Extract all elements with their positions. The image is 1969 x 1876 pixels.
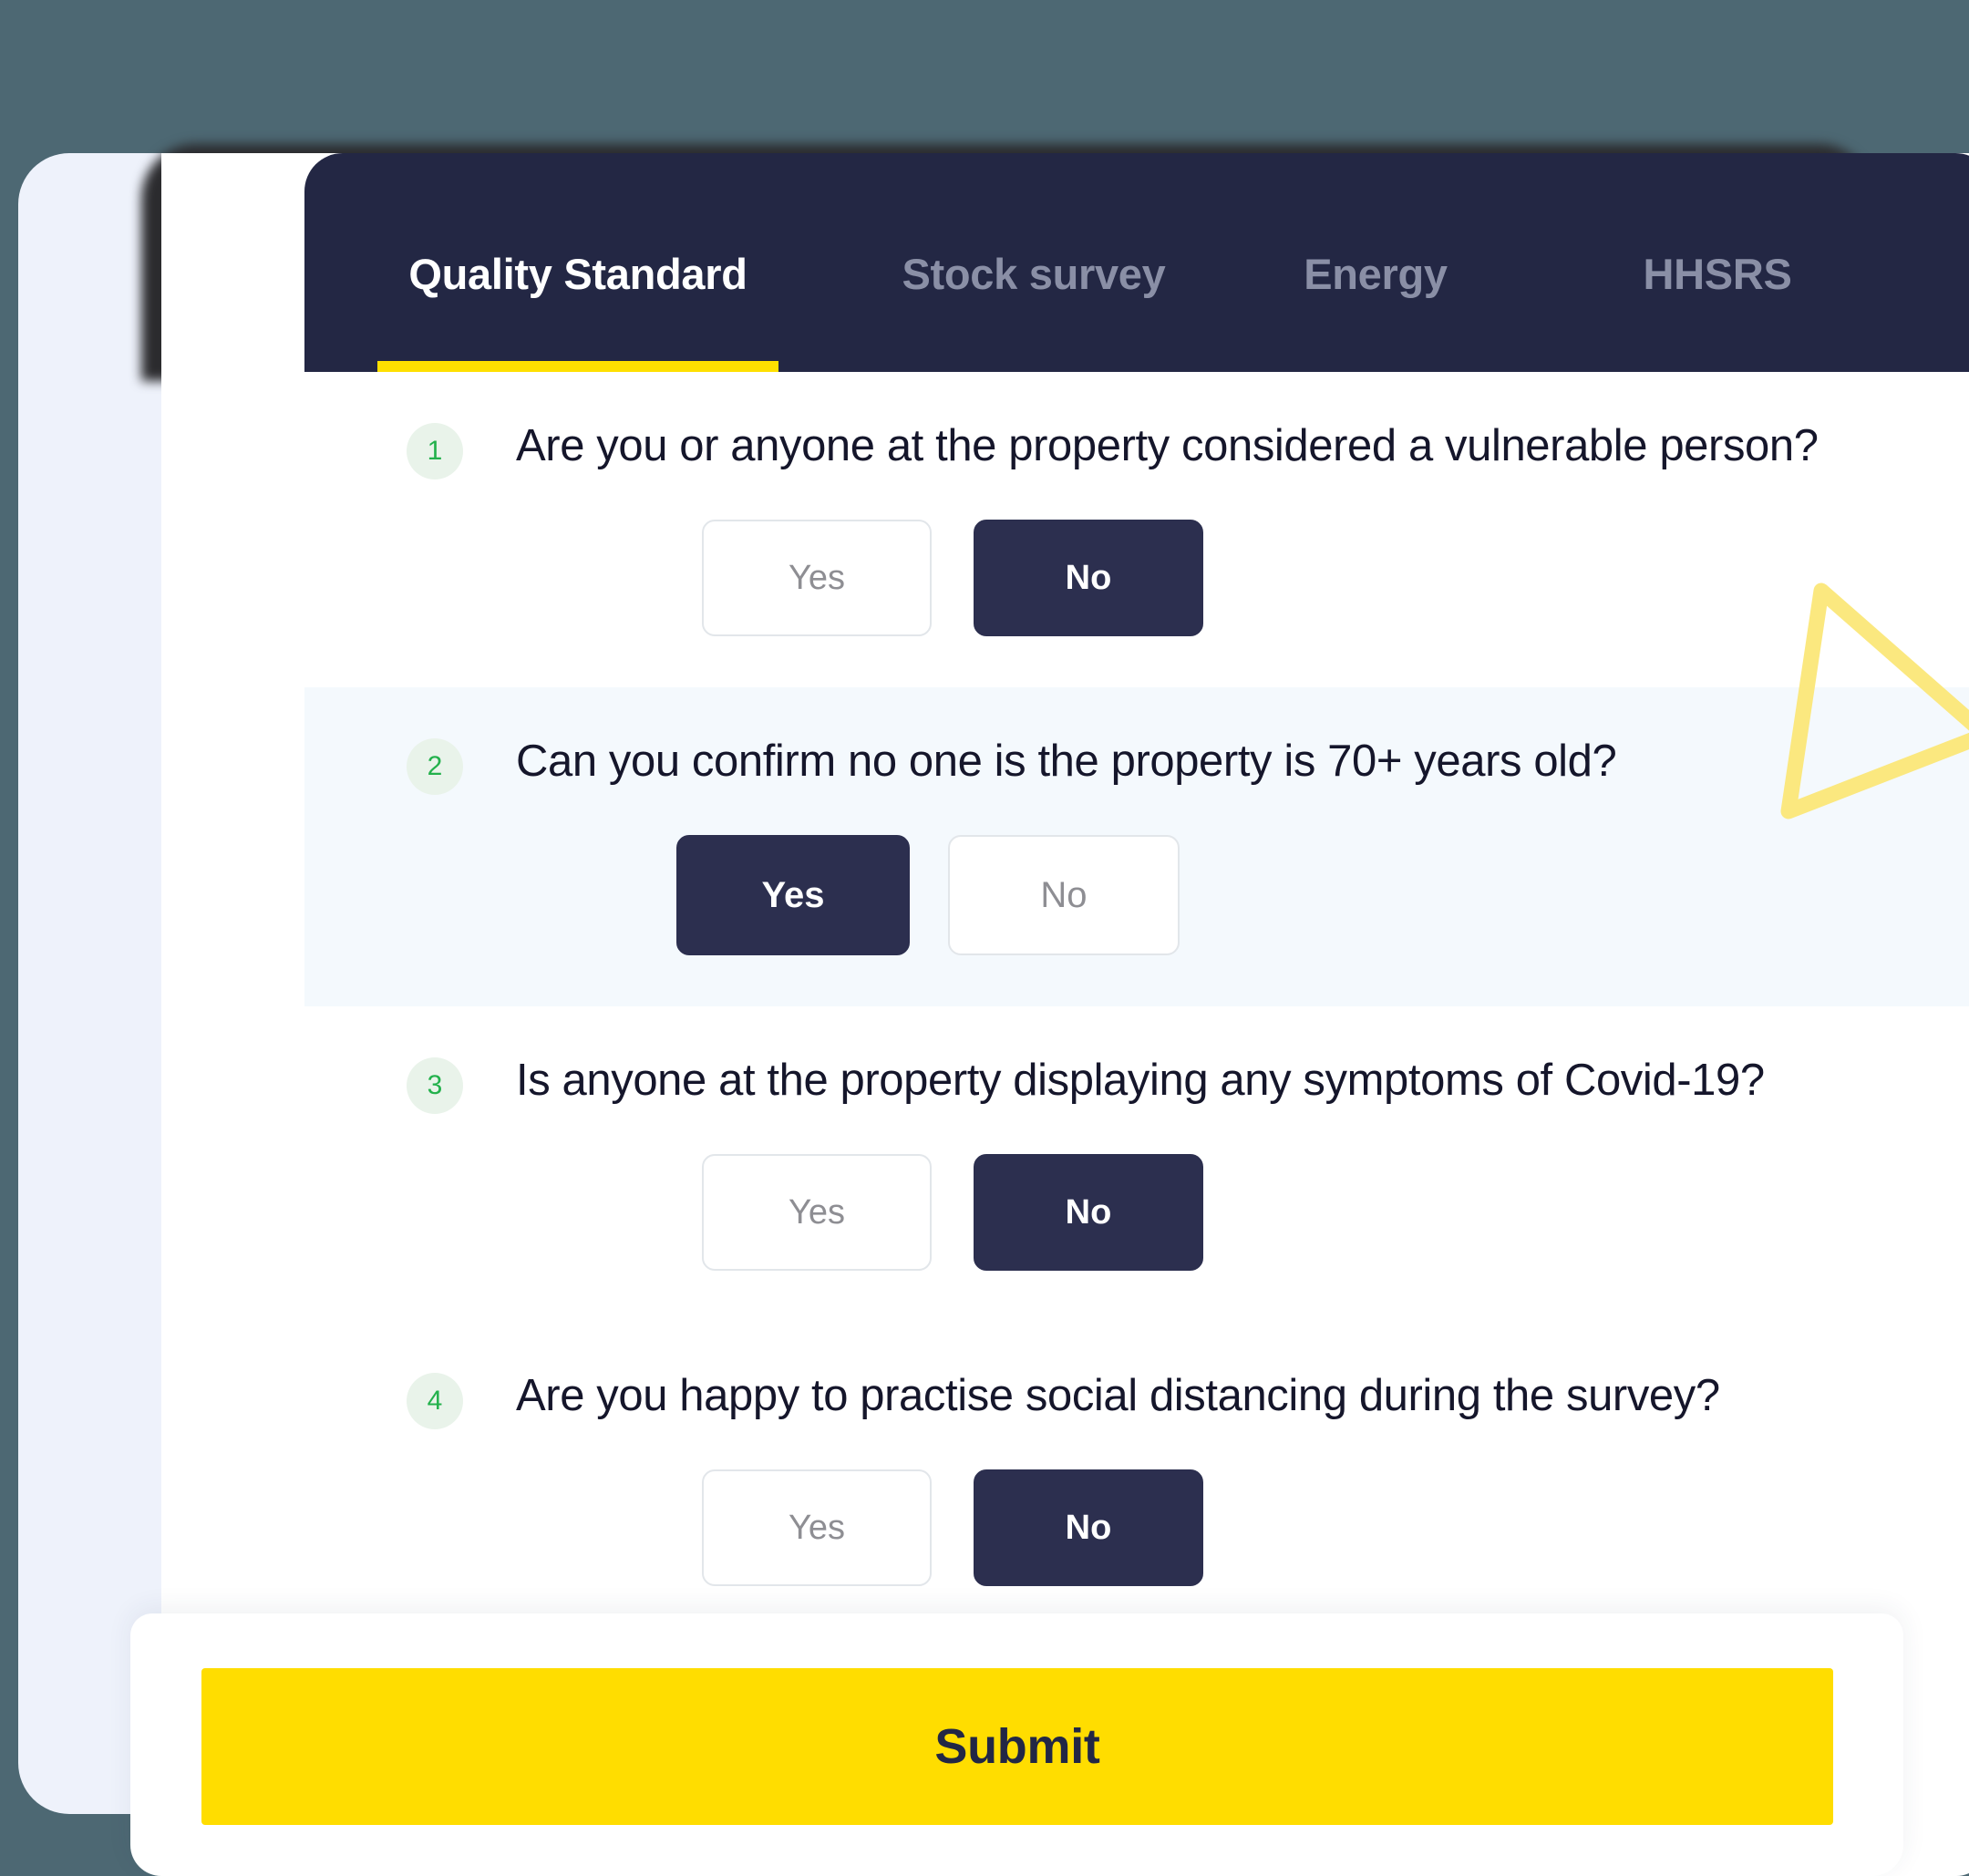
question-text: Can you confirm no one is the property i…	[516, 737, 1617, 786]
question-number-badge: 1	[407, 423, 463, 479]
option-no[interactable]: No	[974, 1154, 1203, 1271]
answer-options: Yes No	[702, 1154, 1969, 1271]
tab-header: Quality Standard Stock survey Energy HHS…	[304, 153, 1969, 372]
option-yes[interactable]: Yes	[702, 520, 932, 636]
tab-label: Stock survey	[902, 249, 1166, 298]
tab-label: Quality Standard	[408, 249, 747, 298]
question-text: Are you happy to practise social distanc…	[516, 1371, 1720, 1420]
question-row: 1 Are you or anyone at the property cons…	[304, 372, 1969, 687]
question-header: 1 Are you or anyone at the property cons…	[304, 421, 1969, 479]
question-text: Is anyone at the property displaying any…	[516, 1056, 1765, 1105]
question-row: 2 Can you confirm no one is the property…	[304, 687, 1969, 1006]
option-no[interactable]: No	[974, 1469, 1203, 1586]
tab-label: HHSRS	[1643, 249, 1792, 298]
question-number-badge: 4	[407, 1373, 463, 1429]
option-no[interactable]: No	[974, 520, 1203, 636]
submit-button[interactable]: Submit	[201, 1668, 1833, 1825]
option-yes[interactable]: Yes	[676, 835, 910, 955]
tab-strip: Quality Standard Stock survey Energy HHS…	[304, 153, 1969, 372]
tab-quality-standard[interactable]: Quality Standard	[304, 153, 851, 372]
question-header: 2 Can you confirm no one is the property…	[304, 737, 1969, 795]
question-header: 4 Are you happy to practise social dista…	[304, 1371, 1969, 1429]
question-header: 3 Is anyone at the property displaying a…	[304, 1056, 1969, 1114]
option-yes[interactable]: Yes	[702, 1469, 932, 1586]
tab-energy[interactable]: Energy	[1216, 153, 1535, 372]
question-number-badge: 2	[407, 738, 463, 795]
answer-options: Yes No	[702, 1469, 1969, 1586]
tab-hhsrs[interactable]: HHSRS	[1535, 153, 1900, 372]
option-no[interactable]: No	[948, 835, 1180, 955]
submit-bar: Submit	[130, 1613, 1903, 1876]
tab-label: Energy	[1304, 249, 1448, 298]
question-row: 4 Are you happy to practise social dista…	[304, 1322, 1969, 1637]
question-row: 3 Is anyone at the property displaying a…	[304, 1006, 1969, 1322]
device-panel: Quality Standard Stock survey Energy HHS…	[18, 144, 1969, 1876]
answer-options: Yes No	[702, 520, 1969, 636]
question-number-badge: 3	[407, 1057, 463, 1114]
active-tab-underline	[377, 361, 778, 372]
answer-options: Yes No	[676, 835, 1969, 955]
tab-stock-survey[interactable]: Stock survey	[851, 153, 1216, 372]
question-text: Are you or anyone at the property consid…	[516, 421, 1819, 470]
option-yes[interactable]: Yes	[702, 1154, 932, 1271]
